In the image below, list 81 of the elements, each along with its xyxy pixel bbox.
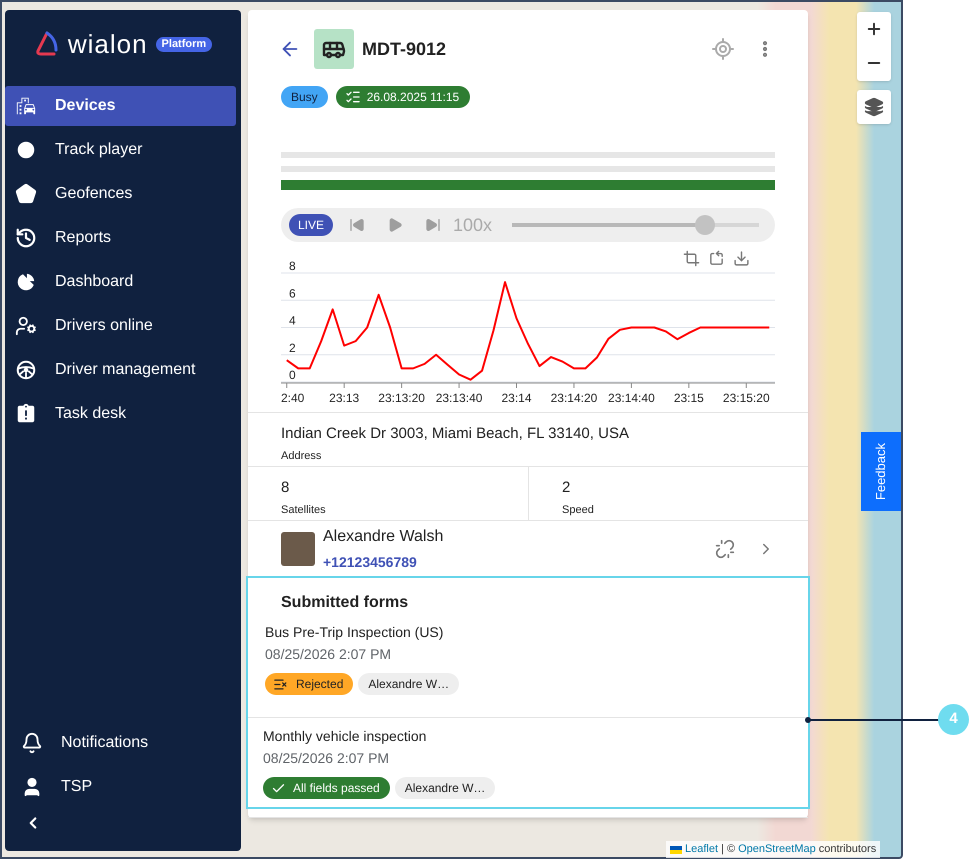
axis-label: 0 xyxy=(289,368,296,382)
form-entry[interactable]: Monthly vehicle inspection 08/25/2026 2:07 PM All fields passed Alexandre W… xyxy=(248,718,808,818)
ukraine-flag-icon xyxy=(670,846,682,854)
axis-label: 23:14 xyxy=(502,391,532,405)
nav-item[interactable]: Task desk xyxy=(5,394,236,434)
section-title: Submitted forms xyxy=(280,593,410,613)
skip-back-icon[interactable] xyxy=(349,217,366,233)
play-icon[interactable] xyxy=(387,217,404,233)
nav-item[interactable]: Drivers online xyxy=(5,306,236,346)
layers-button[interactable] xyxy=(857,90,891,124)
slider-thumb[interactable] xyxy=(694,215,715,235)
pentagon-icon xyxy=(15,183,37,205)
task-badge: 26.08.2025 11:15 xyxy=(336,86,470,108)
device-title: MDT-9012 xyxy=(362,38,446,60)
list-x-icon xyxy=(273,676,288,692)
zoom-in-icon[interactable] xyxy=(865,20,883,38)
nav-item[interactable]: Track player xyxy=(5,130,236,170)
layers-icon xyxy=(864,97,884,117)
steering-wheel-icon xyxy=(15,359,37,381)
axis-label: 23:13:20 xyxy=(378,391,425,405)
stat-label: Satellites xyxy=(281,502,327,518)
address-label: Address xyxy=(281,448,322,464)
form-date: 08/25/2026 2:07 PM xyxy=(263,749,390,768)
attribution-text: contributors xyxy=(818,842,876,858)
driver-badge: Alexandre W… xyxy=(358,673,460,695)
skip-forward-icon[interactable] xyxy=(425,217,442,233)
logo-icon xyxy=(34,31,60,57)
axis-label: 23:14:40 xyxy=(608,391,655,405)
history-icon xyxy=(15,227,37,249)
unlink-icon[interactable] xyxy=(715,538,735,558)
locate-icon[interactable] xyxy=(711,37,735,61)
axis-label: 2:40 xyxy=(281,391,304,405)
status-badge: Busy xyxy=(281,86,328,108)
axis-label: 6 xyxy=(289,286,296,300)
axis-label: 4 xyxy=(289,314,296,328)
speed-text: 100x xyxy=(453,214,492,236)
axis-label: 23:14:20 xyxy=(550,391,598,405)
axis-label: 8 xyxy=(289,259,296,273)
form-title: Bus Pre-Trip Inspection (US) xyxy=(265,623,444,642)
nav-item[interactable]: Devices xyxy=(5,86,236,126)
axis-label: 23:13 xyxy=(329,391,360,405)
clipboard-alert-icon xyxy=(15,403,37,425)
crop-icon[interactable] xyxy=(683,250,700,267)
address-text: Indian Creek Dr 3003, Miami Beach, FL 33140, USA xyxy=(281,424,630,444)
form-date: 08/25/2026 2:07 PM xyxy=(265,645,392,664)
logo-text: wialon xyxy=(68,31,148,57)
axis-label: 23:13:40 xyxy=(436,391,482,405)
attribution-separator: | © xyxy=(721,842,736,858)
axis-label: 23:15:20 xyxy=(722,391,770,405)
notifications-icon xyxy=(21,732,43,754)
driver-badge: Alexandre W… xyxy=(394,777,496,799)
platform-badge: Platform xyxy=(156,36,212,52)
axis-label: 2 xyxy=(289,340,296,355)
form-entry[interactable]: Bus Pre-Trip Inspection (US) 08/25/2026 2:07 PM Rejected Alexandre W… xyxy=(248,615,808,718)
osm-link[interactable]: OpenStreetMap xyxy=(738,841,816,858)
passed-badge: All fields passed xyxy=(263,777,390,799)
feedback-button[interactable]: Feedback xyxy=(861,432,901,511)
nav-item[interactable]: Dashboard xyxy=(5,262,236,302)
rejected-badge: Rejected xyxy=(265,673,354,695)
nav-item[interactable]: Notifications xyxy=(11,723,236,763)
driver-name: Alexandre Walsh xyxy=(323,526,444,546)
nav-item[interactable]: Geofences xyxy=(5,174,236,214)
user-gear-icon xyxy=(15,315,37,337)
car-bus-icon xyxy=(15,95,37,117)
callout-badge: 4 xyxy=(938,704,969,735)
nav-item[interactable]: TSP xyxy=(11,767,236,807)
nav-item[interactable]: Driver management xyxy=(5,350,236,390)
stat-value: 8 xyxy=(281,478,290,498)
nav-item[interactable]: Reports xyxy=(5,218,236,258)
driver-phone[interactable]: +12123456789 xyxy=(323,552,444,572)
download-icon[interactable] xyxy=(733,250,750,267)
list-check-icon xyxy=(344,89,361,105)
axis-label: 23:15 xyxy=(674,391,704,405)
driver-photo-placeholder xyxy=(281,532,315,566)
form-title: Monthly vehicle inspection xyxy=(263,727,428,746)
leaflet-link[interactable]: Leaflet xyxy=(685,841,718,858)
reset-icon[interactable] xyxy=(708,250,725,267)
pie-chart-icon xyxy=(15,271,37,293)
stat-value: 2 xyxy=(562,478,572,498)
stat-label: Speed xyxy=(562,502,595,518)
live-button[interactable]: LIVE xyxy=(289,214,334,236)
